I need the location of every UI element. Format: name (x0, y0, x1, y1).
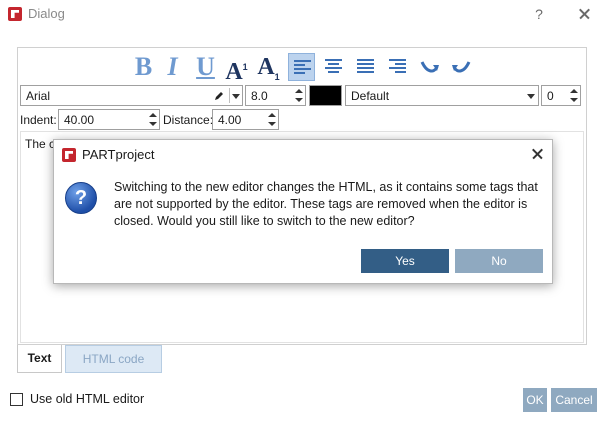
distance-value: 4.00 (218, 113, 242, 127)
font-value: Arial (26, 89, 51, 103)
indent-value: 40.00 (64, 113, 95, 127)
redo-button[interactable] (448, 53, 475, 81)
use-old-editor-checkbox[interactable] (10, 393, 23, 406)
distance-spinner[interactable]: 4.00 (212, 109, 279, 130)
italic-icon: I (167, 52, 178, 81)
undo-icon (420, 61, 439, 73)
confirm-dialog: PARTproject ? Switching to the new edito… (53, 139, 553, 284)
align-justify-button[interactable] (352, 53, 379, 81)
redo-icon (452, 61, 471, 73)
pencil-icon[interactable] (214, 91, 224, 101)
subscript-button[interactable]: A1 (255, 53, 282, 82)
help-button[interactable]: ? (528, 3, 550, 25)
italic-button[interactable]: I (159, 53, 186, 81)
underline-icon: U (196, 52, 215, 81)
window-title: Dialog (28, 6, 65, 21)
close-button[interactable] (573, 3, 595, 25)
title-bar: Dialog ? (0, 0, 605, 28)
spin-arrows-icon[interactable] (292, 86, 305, 105)
superscript-button[interactable]: A1 (223, 53, 250, 85)
dialog-title: PARTproject (82, 147, 155, 162)
cancel-button[interactable]: Cancel (551, 388, 597, 412)
distance-label: Distance: (163, 113, 214, 127)
align-right-button[interactable] (384, 53, 411, 81)
indent-label: Indent: (20, 113, 57, 127)
ok-button[interactable]: OK (523, 388, 547, 412)
align-justify-icon (357, 59, 374, 76)
spin-arrows-icon[interactable] (146, 110, 159, 129)
tab-html-code[interactable]: HTML code (65, 345, 162, 373)
align-center-icon (325, 59, 342, 76)
chevron-down-icon (527, 94, 535, 99)
app-icon (62, 148, 76, 162)
align-left-button[interactable] (288, 53, 315, 81)
yes-button[interactable]: Yes (361, 249, 449, 273)
bold-icon: B (134, 52, 153, 81)
superscript-icon: A1 (225, 59, 248, 85)
align-right-icon (389, 59, 406, 76)
style-combo[interactable]: Default (345, 85, 539, 106)
spacing-spinner[interactable]: 0 (541, 85, 581, 106)
app-icon (8, 7, 22, 21)
style-value: Default (351, 89, 390, 103)
tab-text[interactable]: Text (17, 345, 62, 373)
dialog-close-button[interactable] (528, 144, 548, 164)
no-button[interactable]: No (455, 249, 543, 273)
align-left-icon (294, 60, 311, 77)
use-old-editor-label: Use old HTML editor (30, 392, 145, 406)
editor-text: The c (25, 137, 56, 151)
chevron-down-icon (232, 94, 240, 99)
spin-arrows-icon[interactable] (265, 110, 278, 129)
bold-button[interactable]: B (130, 53, 157, 81)
indent-spinner[interactable]: 40.00 (58, 109, 160, 130)
underline-button[interactable]: U (192, 53, 219, 81)
question-icon: ? (65, 182, 97, 214)
undo-button[interactable] (416, 53, 443, 81)
font-size-spinner[interactable]: 8.0 (245, 85, 306, 106)
dialog-message: Switching to the new editor changes the … (114, 180, 538, 228)
font-combo[interactable]: Arial (20, 85, 243, 106)
font-size-value: 8.0 (251, 89, 268, 103)
font-color-swatch[interactable] (309, 85, 342, 106)
spacing-value: 0 (547, 89, 554, 103)
spin-arrows-icon[interactable] (567, 86, 580, 105)
align-center-button[interactable] (320, 53, 347, 81)
